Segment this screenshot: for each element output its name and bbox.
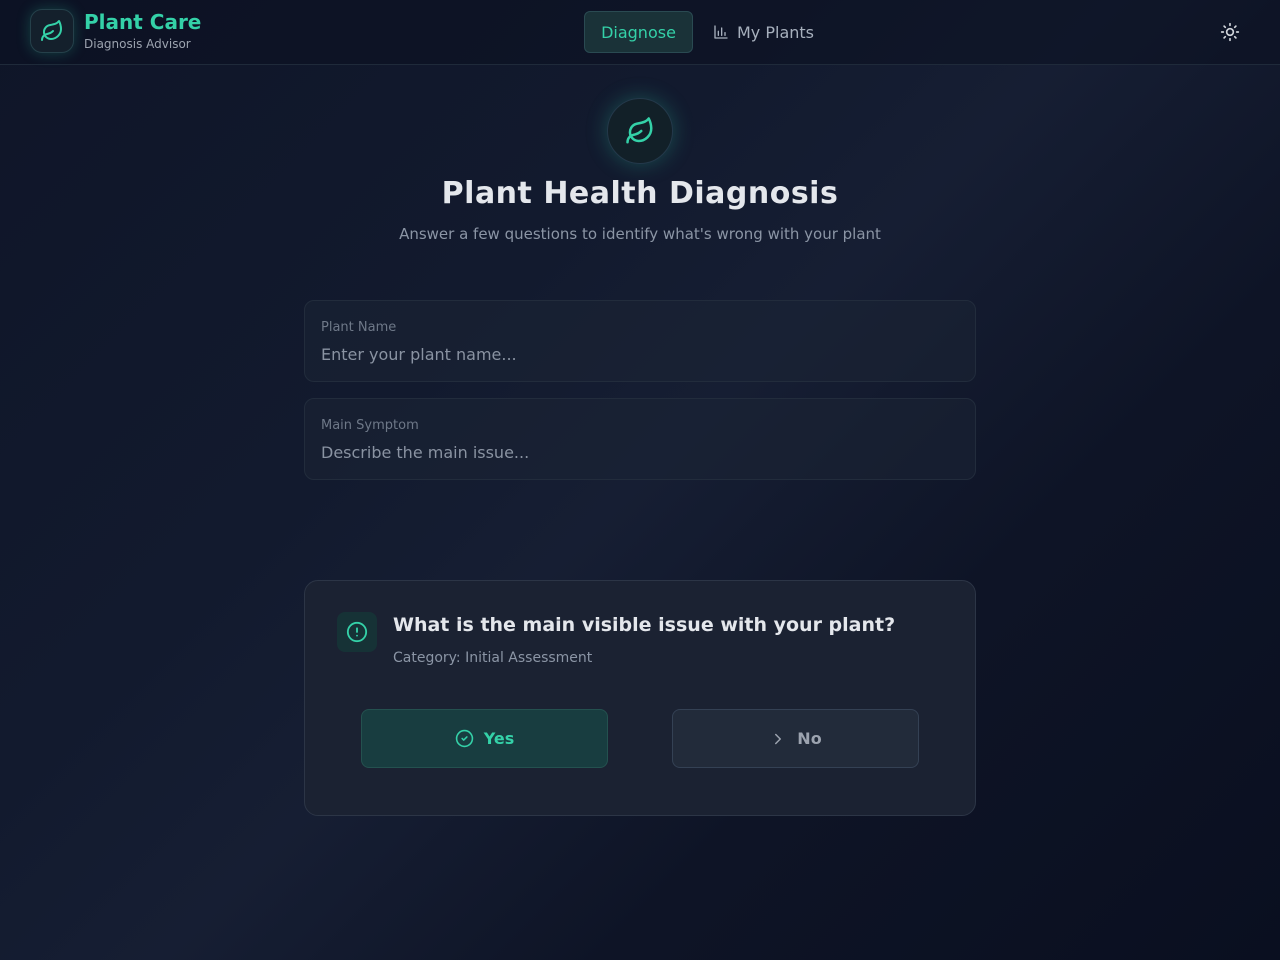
yes-button[interactable]: Yes bbox=[361, 709, 608, 768]
brand-text: Plant Care Diagnosis Advisor bbox=[84, 10, 201, 52]
plant-name-input[interactable] bbox=[321, 342, 941, 366]
page-subtitle: Answer a few questions to identify what'… bbox=[399, 225, 881, 243]
bar-chart-icon bbox=[714, 25, 728, 39]
brand-title: Plant Care bbox=[84, 10, 202, 34]
alert-circle-icon bbox=[337, 612, 377, 652]
sun-icon bbox=[1220, 22, 1240, 42]
theme-toggle-button[interactable] bbox=[1216, 18, 1244, 46]
hero-leaf-icon bbox=[607, 98, 673, 164]
main-symptom-input[interactable] bbox=[321, 440, 941, 464]
chevron-right-icon bbox=[775, 733, 782, 744]
leaf-icon bbox=[30, 9, 74, 53]
no-button-label: No bbox=[797, 729, 822, 748]
yes-button-label: Yes bbox=[483, 729, 515, 748]
brand[interactable]: Plant Care Diagnosis Advisor bbox=[30, 9, 201, 53]
no-button[interactable]: No bbox=[672, 709, 919, 768]
check-circle-icon bbox=[455, 729, 473, 748]
tab-my-plants-label: My Plants bbox=[737, 22, 815, 42]
question-card: What is the main visible issue with your… bbox=[304, 580, 976, 816]
tab-diagnose[interactable]: Diagnose bbox=[584, 11, 693, 53]
question-category: Category: Initial Assessment bbox=[393, 650, 593, 666]
plant-name-label: Plant Name bbox=[321, 320, 397, 335]
tab-diagnose-label: Diagnose bbox=[601, 22, 676, 42]
plant-name-field: Plant Name bbox=[304, 300, 976, 382]
tab-my-plants[interactable]: My Plants bbox=[713, 11, 814, 53]
main-symptom-field: Main Symptom bbox=[304, 398, 976, 480]
app-header: Plant Care Diagnosis Advisor Diagnose My… bbox=[0, 0, 1280, 65]
leaf-icon bbox=[626, 117, 653, 144]
page-title: Plant Health Diagnosis bbox=[441, 176, 839, 211]
question-text: What is the main visible issue with your… bbox=[393, 614, 896, 636]
brand-subtitle: Diagnosis Advisor bbox=[84, 37, 191, 51]
main-symptom-label: Main Symptom bbox=[321, 418, 419, 433]
main-nav: Diagnose My Plants bbox=[584, 11, 814, 53]
